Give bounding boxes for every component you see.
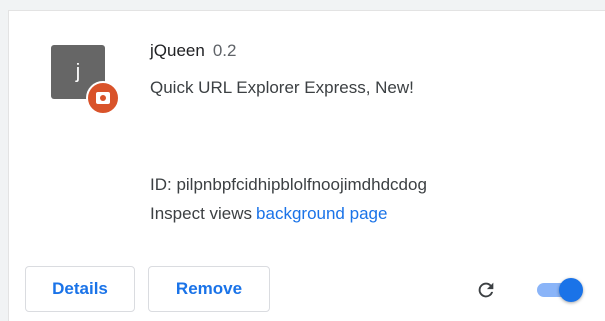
enable-toggle[interactable] bbox=[537, 278, 583, 302]
extension-card: j jQueen 0.2 Quick URL Explorer Express, … bbox=[8, 10, 605, 321]
extension-version: 0.2 bbox=[212, 41, 237, 60]
extension-id: ID: pilpnbpfcidhipblolfnoojimdhdcdog bbox=[150, 175, 427, 194]
extension-name: jQueen bbox=[150, 41, 205, 60]
toggle-knob bbox=[559, 278, 583, 302]
details-button[interactable]: Details bbox=[25, 266, 135, 312]
background-page-link[interactable]: background page bbox=[256, 204, 387, 223]
extension-title: jQueen 0.2 bbox=[150, 41, 236, 61]
remove-button[interactable]: Remove bbox=[148, 266, 270, 312]
inspect-views: Inspect views background page bbox=[150, 204, 387, 224]
extension-icon-letter: j bbox=[75, 60, 81, 83]
policy-badge-icon bbox=[86, 81, 120, 115]
inspect-views-label: Inspect views bbox=[150, 204, 253, 223]
badge-glyph-icon bbox=[96, 92, 110, 104]
reload-glyph-icon bbox=[478, 282, 494, 298]
reload-icon[interactable] bbox=[473, 277, 499, 303]
extension-description: Quick URL Explorer Express, New! bbox=[150, 78, 414, 97]
